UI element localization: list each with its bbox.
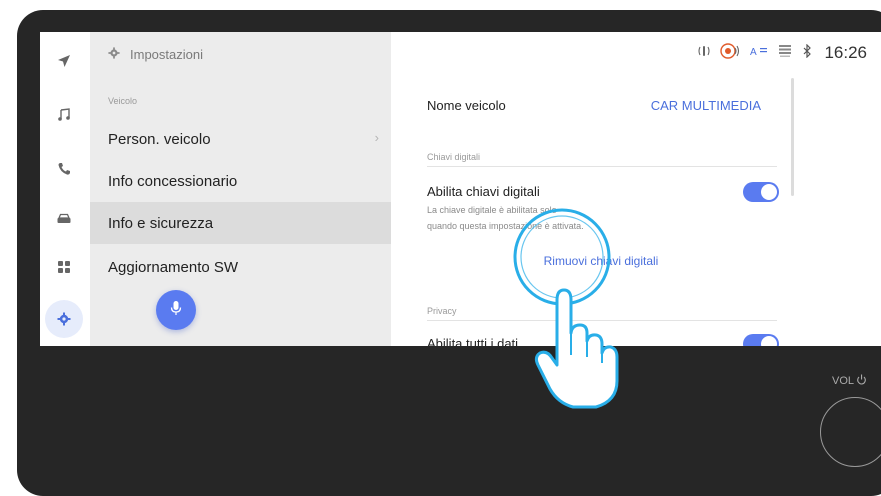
voice-recognition-icon bbox=[720, 42, 740, 65]
settings-gear-icon[interactable] bbox=[45, 300, 83, 338]
digital-keys-toggle-label: Abilita chiavi digitali bbox=[427, 184, 540, 199]
settings-menu: Impostazioni Veicolo Person. veicolo › I… bbox=[90, 32, 391, 346]
music-icon[interactable] bbox=[45, 96, 83, 134]
settings-header-gear-icon bbox=[108, 46, 120, 62]
menu-section-label: Veicolo bbox=[108, 96, 138, 106]
microphone-icon bbox=[170, 300, 182, 321]
tap-gesture-hand-icon bbox=[510, 205, 630, 420]
menu-header: Impostazioni bbox=[108, 44, 203, 64]
volume-label: VOL bbox=[832, 374, 867, 388]
menu-item-label: Info concessionario bbox=[108, 172, 238, 190]
menu-item-aggiornamento-sw[interactable]: Aggiornamento SW bbox=[90, 246, 391, 288]
menu-item-label: Info e sicurezza bbox=[108, 214, 214, 232]
menu-item-info-sicurezza[interactable]: Info e sicurezza bbox=[90, 202, 391, 244]
toggle-knob bbox=[761, 336, 777, 346]
car-icon[interactable] bbox=[45, 200, 83, 238]
digital-keys-section-label: Chiavi digitali bbox=[427, 152, 481, 162]
svg-text:A: A bbox=[750, 47, 757, 57]
divider bbox=[427, 166, 777, 167]
vehicle-name-value[interactable]: CAR MULTIMEDIA bbox=[651, 98, 761, 113]
vehicle-name-label: Nome veicolo bbox=[427, 98, 506, 113]
menu-title: Impostazioni bbox=[130, 46, 203, 62]
chevron-right-icon: › bbox=[374, 130, 379, 145]
phone-icon[interactable] bbox=[45, 150, 83, 188]
menu-item-person-veicolo[interactable]: Person. veicolo › bbox=[90, 118, 391, 160]
power-icon bbox=[856, 374, 867, 388]
content-pane: A 16:26 Nome veicolo CAR MULTIMEDIA Chia… bbox=[391, 32, 881, 346]
status-bar: A 16:26 bbox=[698, 40, 867, 66]
privacy-toggle-label: Abilita tutti i dati bbox=[427, 336, 519, 346]
menu-item-label: Aggiornamento SW bbox=[108, 258, 239, 276]
menu-item-label: Person. veicolo bbox=[108, 130, 211, 148]
privacy-section-label: Privacy bbox=[427, 306, 457, 316]
volume-knob[interactable] bbox=[820, 397, 881, 467]
toggle-knob bbox=[761, 184, 777, 200]
nav-rail bbox=[40, 32, 90, 346]
apps-grid-icon[interactable] bbox=[45, 248, 83, 286]
menu-item-info-concessionario[interactable]: Info concessionario bbox=[90, 160, 391, 202]
font-size-icon: A bbox=[750, 44, 768, 62]
digital-keys-toggle[interactable] bbox=[743, 182, 779, 202]
clock: 16:26 bbox=[824, 43, 867, 62]
privacy-toggle[interactable] bbox=[743, 334, 779, 346]
wireless-charging-icon bbox=[698, 44, 711, 63]
scrollbar[interactable] bbox=[791, 78, 794, 196]
infotainment-screen: Impostazioni Veicolo Person. veicolo › I… bbox=[40, 32, 881, 346]
navigation-icon[interactable] bbox=[45, 42, 83, 80]
dcm-icon bbox=[778, 44, 792, 63]
bluetooth-icon bbox=[802, 43, 812, 63]
voice-assistant-button[interactable] bbox=[156, 290, 196, 330]
volume-label-text: VOL bbox=[832, 375, 855, 387]
